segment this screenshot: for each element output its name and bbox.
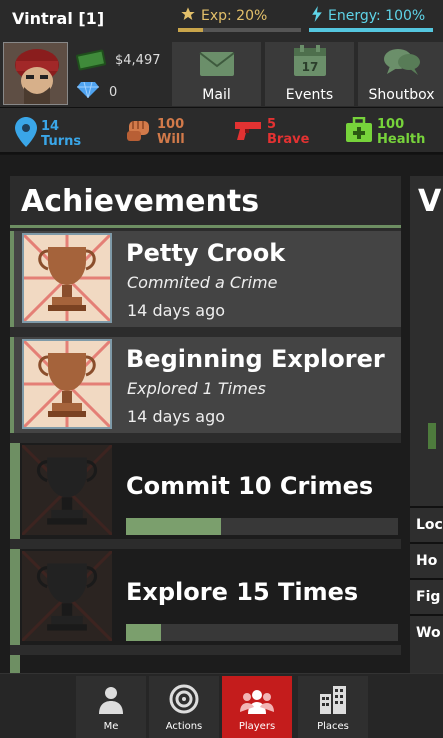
person-icon [98,686,124,721]
main-content: Achievements Petty Crook Commited a Crim… [0,155,443,673]
achievement-title: Explore 15 Times [126,578,359,606]
side-item-location[interactable]: Loc [410,506,443,542]
progress-fill [126,518,222,535]
medkit-icon [345,116,373,147]
nav-players-label: Players [238,721,276,732]
side-item-home[interactable]: Ho [410,542,443,578]
avatar[interactable] [3,42,68,105]
header-tiles: Mail 17 Events Shoutbox [172,42,443,106]
target-icon [169,684,199,721]
side-panel-indicator [428,423,436,449]
achievement-description: Explored 1 Times [127,379,266,398]
side-item-work[interactable]: Wo [410,614,443,650]
side-panel-title: V [418,184,442,219]
group-icon [240,688,274,721]
gems-row: 0 [77,81,118,102]
side-item-fight[interactable]: Fig [410,578,443,614]
trophy-icon [22,233,112,323]
mail-label: Mail [202,87,231,103]
mail-icon [198,51,235,87]
achievement-item[interactable]: Commit 10 Crimes [10,443,401,539]
achievements-panel: Achievements Petty Crook Commited a Crim… [10,176,401,673]
nav-players[interactable]: Players [222,676,292,738]
nav-places[interactable]: Places [298,676,368,738]
events-button[interactable]: 17 Events [265,42,354,106]
turns-label: Turns [41,134,82,149]
health-value: 100 [377,117,405,132]
will-label: Will [157,132,185,147]
progress-fill [126,624,162,641]
trophy-icon [22,339,112,429]
shoutbox-label: Shoutbox [368,87,435,103]
diamond-icon [77,81,99,102]
exp-bar-fill [178,28,203,32]
achievement-time: 14 days ago [127,301,226,320]
exp-meter: Exp: 20% [176,5,301,35]
lightning-icon [311,6,323,26]
will-value: 100 [157,117,185,132]
bottom-nav: Me Actions Players Places [0,673,443,738]
turns-value: 14 [41,119,60,134]
money-value: $4,497 [115,52,161,68]
header: Vintral [1] Exp: 20% Energy: 100% $4,497… [0,0,443,108]
locked-trophy-icon [20,549,114,643]
achievement-item[interactable] [10,655,401,673]
mail-button[interactable]: Mail [172,42,261,106]
star-icon [180,6,196,26]
turns-stat[interactable]: 14 Turns [15,117,81,151]
achievement-item[interactable]: Petty Crook Commited a Crime 14 days ago [10,231,401,327]
energy-meter: Energy: 100% [307,5,433,35]
brave-label: Brave [267,132,310,147]
achievement-description: Commited a Crime [127,273,278,292]
achievement-time: 14 days ago [127,407,226,426]
achievement-title: Beginning Explorer [126,345,385,373]
nav-places-label: Places [317,721,349,732]
side-panel-list: Loc Ho Fig Wo [410,506,443,650]
exp-label: Exp: 20% [201,8,268,24]
energy-bar-fill [309,28,433,32]
nav-me[interactable]: Me [76,676,146,738]
panel-title: Achievements [10,176,401,228]
progress-bar [126,624,398,641]
achievement-item[interactable]: Explore 15 Times [10,549,401,645]
achievement-title: Petty Crook [126,239,286,267]
stats-bar: 14 Turns 100 Will 5 Brave 100 Health [0,108,443,154]
player-name[interactable]: Vintral [1] [12,9,104,28]
energy-label: Energy: 100% [328,8,426,24]
brave-value: 5 [267,117,277,132]
buildings-icon [318,684,348,721]
will-stat[interactable]: 100 Will [125,117,185,147]
achievement-item[interactable]: Beginning Explorer Explored 1 Times 14 d… [10,337,401,433]
map-pin-icon [15,117,37,151]
side-panel: V Loc Ho Fig Wo [410,176,443,673]
nav-actions-label: Actions [165,721,203,732]
gun-icon [233,118,263,146]
fist-icon [125,117,153,147]
gems-value: 0 [109,84,118,100]
brave-stat[interactable]: 5 Brave [233,117,309,147]
money-row: $4,497 [75,49,161,71]
chat-bubbles-icon [383,47,421,87]
nav-me-label: Me [103,721,119,732]
progress-bar [126,518,398,535]
achievement-title: Commit 10 Crimes [126,472,374,500]
svg-text:17: 17 [301,60,318,74]
calendar-icon: 17 [293,45,327,87]
shoutbox-button[interactable]: Shoutbox [358,42,443,106]
health-stat[interactable]: 100 Health [345,116,426,147]
health-label: Health [377,132,426,147]
locked-trophy-icon [20,443,114,537]
cash-icon [75,49,107,71]
nav-actions[interactable]: Actions [149,676,219,738]
events-label: Events [285,87,334,103]
